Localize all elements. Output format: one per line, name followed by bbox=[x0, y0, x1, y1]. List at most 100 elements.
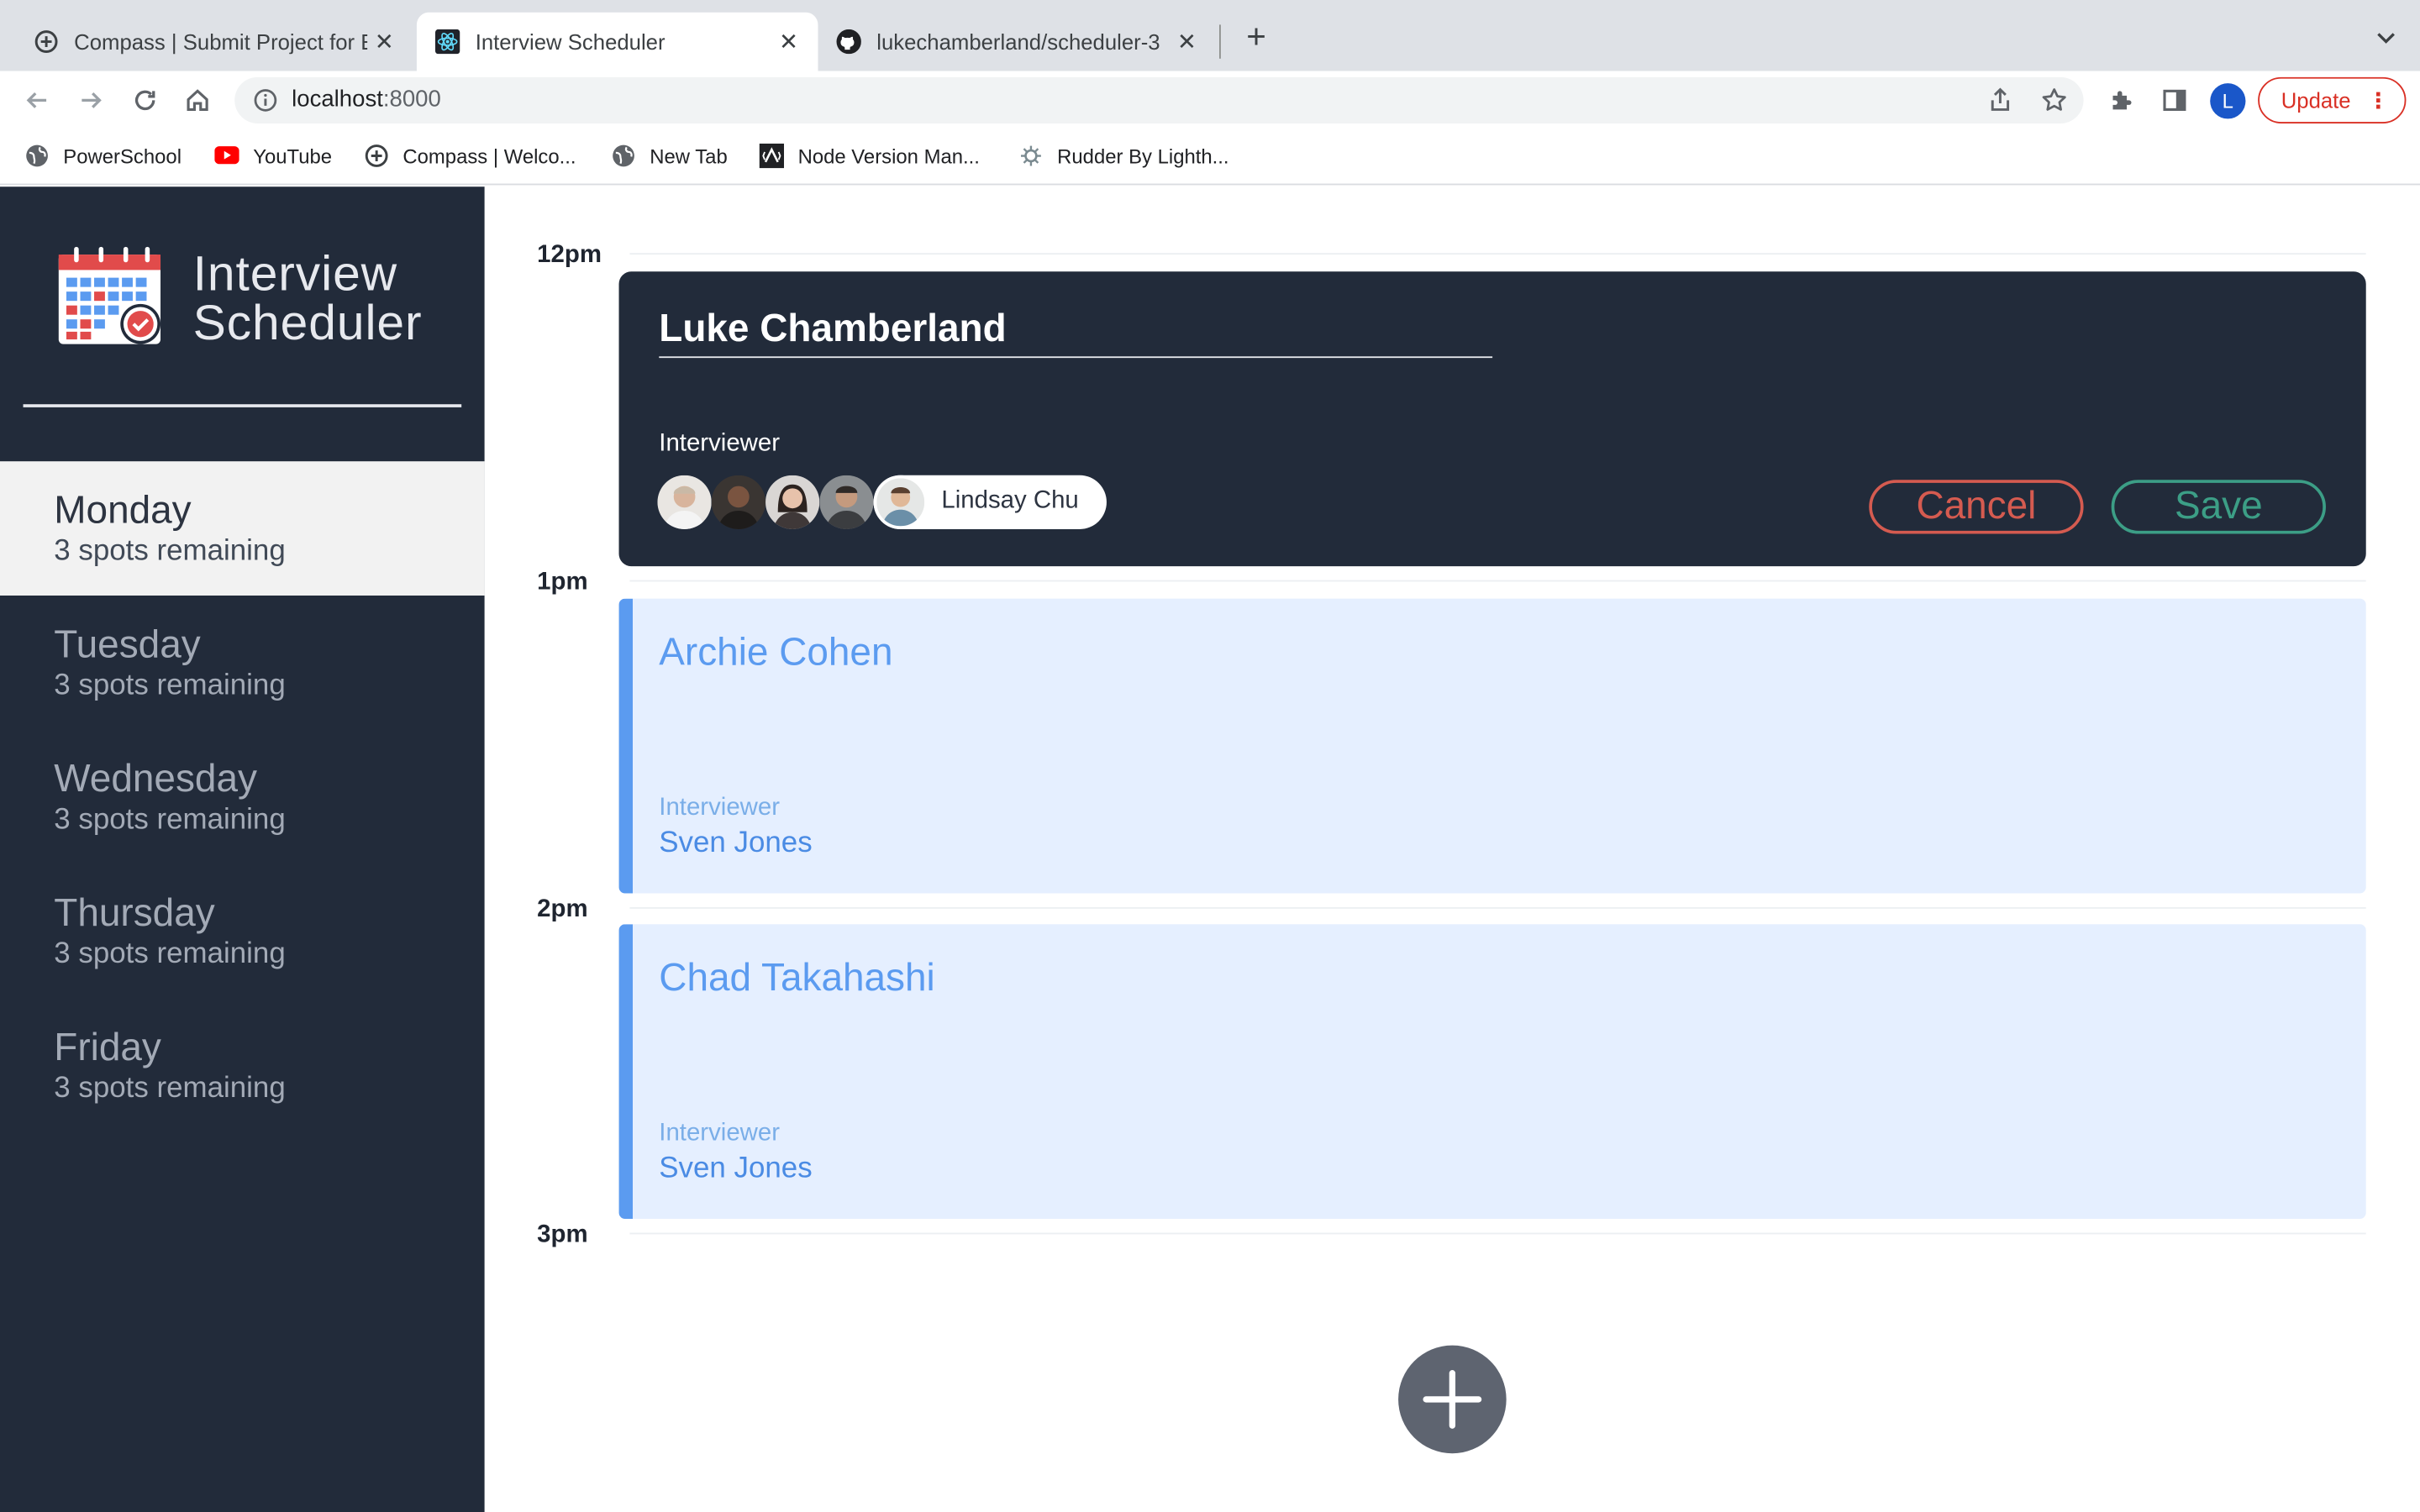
bookmarks-bar: PowerSchool YouTube Compass | Welco... N… bbox=[0, 129, 2420, 186]
nvm-icon bbox=[759, 143, 785, 169]
youtube-icon bbox=[214, 144, 239, 168]
day-name: Tuesday bbox=[54, 623, 201, 667]
schedule: 12pm 1pm 2pm 3pm Luke Chamberland Interv… bbox=[484, 186, 2420, 1512]
bookmark-new-tab[interactable]: New Tab bbox=[611, 144, 728, 168]
day-spots: 3 spots remaining bbox=[54, 803, 286, 837]
bookmark-label: YouTube bbox=[253, 144, 333, 168]
appointment-card[interactable]: Archie Cohen Interviewer Sven Jones bbox=[618, 598, 2366, 894]
tab-interview-scheduler[interactable]: Interview Scheduler ✕ bbox=[416, 12, 818, 71]
day-spots: 3 spots remaining bbox=[54, 937, 286, 971]
profile-avatar[interactable]: L bbox=[2210, 83, 2246, 119]
globe-icon bbox=[24, 144, 49, 168]
student-name-input[interactable]: Luke Chamberland bbox=[659, 306, 1493, 359]
plus-icon bbox=[1423, 1370, 1482, 1429]
day-spots: 3 spots remaining bbox=[54, 1072, 286, 1105]
tab-title: lukechamberland/scheduler-3 bbox=[876, 29, 1160, 55]
appointment-interviewer-label: Interviewer bbox=[659, 1120, 781, 1147]
appointment-form: Luke Chamberland Interviewer Lindsay Chu… bbox=[618, 271, 2366, 567]
day-name: Wednesday bbox=[54, 757, 257, 801]
forward-icon[interactable] bbox=[76, 85, 107, 116]
calendar-logo-icon bbox=[58, 246, 161, 344]
time-divider bbox=[629, 907, 2366, 909]
day-name: Thursday bbox=[54, 891, 215, 936]
cancel-button[interactable]: Cancel bbox=[1869, 480, 2084, 534]
github-icon bbox=[836, 29, 861, 55]
globe-icon bbox=[611, 144, 635, 168]
close-icon[interactable]: ✕ bbox=[775, 28, 802, 55]
url-text: localhost:8000 bbox=[292, 87, 441, 113]
chevron-down-icon[interactable] bbox=[2374, 24, 2398, 49]
tab-github-repo[interactable]: lukechamberland/scheduler-3 ✕ bbox=[818, 13, 1216, 71]
interviewer-avatar[interactable] bbox=[765, 474, 820, 529]
close-icon[interactable]: ✕ bbox=[371, 28, 398, 55]
appointment-interviewer-name: Sven Jones bbox=[659, 827, 813, 860]
bookmark-youtube[interactable]: YouTube bbox=[214, 144, 332, 168]
interviewer-avatar bbox=[873, 474, 928, 529]
sidebar-divider bbox=[23, 404, 462, 407]
browser-tab-bar: Compass | Submit Project for E ✕ Intervi… bbox=[0, 0, 2420, 71]
interviewer-avatar[interactable] bbox=[657, 474, 712, 529]
app-title: Interview Scheduler bbox=[193, 249, 423, 348]
bookmark-label: PowerSchool bbox=[63, 144, 182, 168]
bookmark-powerschool[interactable]: PowerSchool bbox=[24, 144, 182, 168]
appointment-card[interactable]: Chad Takahashi Interviewer Sven Jones bbox=[618, 924, 2366, 1220]
appointment-student: Chad Takahashi bbox=[659, 956, 935, 1000]
day-spots: 3 spots remaining bbox=[54, 669, 286, 702]
screen: Compass | Submit Project for E ✕ Intervi… bbox=[0, 0, 2420, 1512]
add-appointment-button[interactable] bbox=[1398, 1345, 1507, 1454]
update-label: Update bbox=[2281, 87, 2351, 113]
bookmark-node-version-manager[interactable]: Node Version Man... bbox=[759, 143, 980, 169]
time-label: 2pm bbox=[537, 896, 588, 923]
day-item-thursday[interactable]: Thursday 3 spots remaining bbox=[0, 864, 485, 999]
bookmark-label: New Tab bbox=[650, 144, 728, 168]
day-item-wednesday[interactable]: Wednesday 3 spots remaining bbox=[0, 730, 485, 864]
extensions-icon[interactable] bbox=[2105, 85, 2136, 116]
interviewer-label: Interviewer bbox=[659, 430, 781, 457]
app-title-line1: Interview bbox=[192, 245, 398, 302]
day-item-tuesday[interactable]: Tuesday 3 spots remaining bbox=[0, 596, 485, 730]
update-button[interactable]: Update ⋮ bbox=[2258, 76, 2407, 123]
browser-toolbar: localhost:8000 L Update ⋮ bbox=[0, 71, 2420, 130]
home-icon[interactable] bbox=[182, 85, 213, 116]
appointment-interviewer-label: Interviewer bbox=[659, 794, 781, 822]
selected-interviewer-name: Lindsay Chu bbox=[941, 487, 1079, 514]
side-panel-icon[interactable] bbox=[2160, 85, 2191, 116]
back-icon[interactable] bbox=[22, 85, 53, 116]
selected-interviewer[interactable]: Lindsay Chu bbox=[873, 474, 1107, 529]
rudder-icon bbox=[1018, 144, 1043, 168]
compass-icon bbox=[364, 144, 388, 168]
bookmark-label: Node Version Man... bbox=[797, 144, 980, 168]
time-label: 12pm bbox=[537, 242, 602, 269]
day-item-monday[interactable]: Monday 3 spots remaining bbox=[0, 461, 485, 596]
bookmark-rudder[interactable]: Rudder By Lighth... bbox=[1018, 144, 1229, 168]
more-vert-icon[interactable]: ⋮ bbox=[2368, 79, 2390, 122]
time-divider bbox=[629, 1232, 2366, 1235]
interviewer-list: Lindsay Chu bbox=[657, 474, 1107, 529]
interviewer-avatar[interactable] bbox=[819, 474, 874, 529]
day-name: Monday bbox=[54, 489, 192, 533]
close-icon[interactable]: ✕ bbox=[1173, 28, 1201, 55]
reload-icon[interactable] bbox=[129, 85, 160, 116]
bookmark-compass-welcome[interactable]: Compass | Welco... bbox=[364, 144, 576, 168]
bookmark-label: Rudder By Lighth... bbox=[1057, 144, 1229, 168]
tab-compass-submit[interactable]: Compass | Submit Project for E ✕ bbox=[15, 13, 413, 71]
tab-title: Compass | Submit Project for E bbox=[74, 29, 368, 55]
star-icon[interactable] bbox=[2040, 87, 2068, 114]
sidebar: Interview Scheduler Monday 3 spots remai… bbox=[0, 186, 485, 1512]
appointment-student: Archie Cohen bbox=[659, 631, 893, 675]
new-tab-button[interactable]: + bbox=[1239, 19, 1273, 55]
save-button[interactable]: Save bbox=[2111, 480, 2326, 534]
interviewer-avatar[interactable] bbox=[711, 474, 766, 529]
info-icon[interactable] bbox=[253, 88, 277, 113]
day-spots: 3 spots remaining bbox=[54, 535, 286, 568]
react-icon bbox=[434, 29, 460, 55]
time-label: 3pm bbox=[537, 1221, 588, 1248]
app-title-line2: Scheduler bbox=[192, 294, 423, 350]
share-icon[interactable] bbox=[1986, 87, 2014, 114]
bookmark-label: Compass | Welco... bbox=[402, 144, 576, 168]
url-port: :8000 bbox=[382, 86, 441, 113]
day-item-friday[interactable]: Friday 3 spots remaining bbox=[0, 998, 485, 1132]
address-bar[interactable]: localhost:8000 bbox=[234, 76, 2084, 123]
day-name: Friday bbox=[54, 1026, 161, 1069]
time-label: 1pm bbox=[537, 569, 588, 596]
